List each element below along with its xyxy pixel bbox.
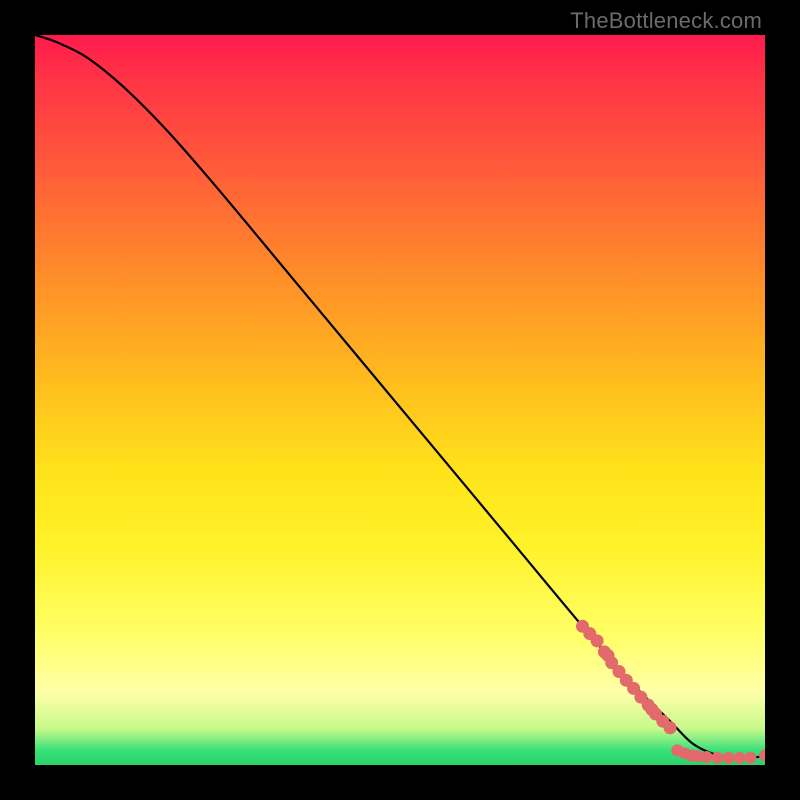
data-point bbox=[627, 682, 640, 695]
scatter-lower bbox=[671, 744, 765, 763]
main-curve bbox=[35, 35, 765, 758]
data-point bbox=[583, 627, 596, 640]
data-point bbox=[656, 715, 669, 728]
data-point bbox=[576, 620, 589, 633]
data-point bbox=[605, 656, 618, 669]
data-point bbox=[634, 691, 647, 704]
data-point bbox=[591, 634, 604, 647]
data-point bbox=[671, 744, 683, 756]
chart-svg bbox=[35, 35, 765, 765]
data-point bbox=[759, 750, 765, 762]
data-point bbox=[692, 750, 704, 762]
data-point bbox=[602, 649, 615, 662]
data-point bbox=[649, 707, 662, 720]
watermark-text: TheBottleneck.com bbox=[570, 8, 762, 34]
data-point bbox=[723, 752, 735, 764]
data-point bbox=[645, 703, 658, 716]
data-point bbox=[733, 752, 745, 764]
data-point bbox=[679, 747, 691, 759]
chart-container: TheBottleneck.com bbox=[0, 0, 800, 800]
data-point bbox=[701, 751, 713, 763]
data-point bbox=[642, 699, 655, 712]
data-point bbox=[686, 750, 698, 762]
data-point bbox=[613, 665, 626, 678]
data-point bbox=[712, 752, 724, 764]
data-point bbox=[664, 721, 677, 734]
data-point bbox=[744, 752, 756, 764]
data-point bbox=[598, 645, 611, 658]
plot-area bbox=[35, 35, 765, 765]
data-point bbox=[620, 674, 633, 687]
scatter-upper bbox=[576, 620, 677, 734]
